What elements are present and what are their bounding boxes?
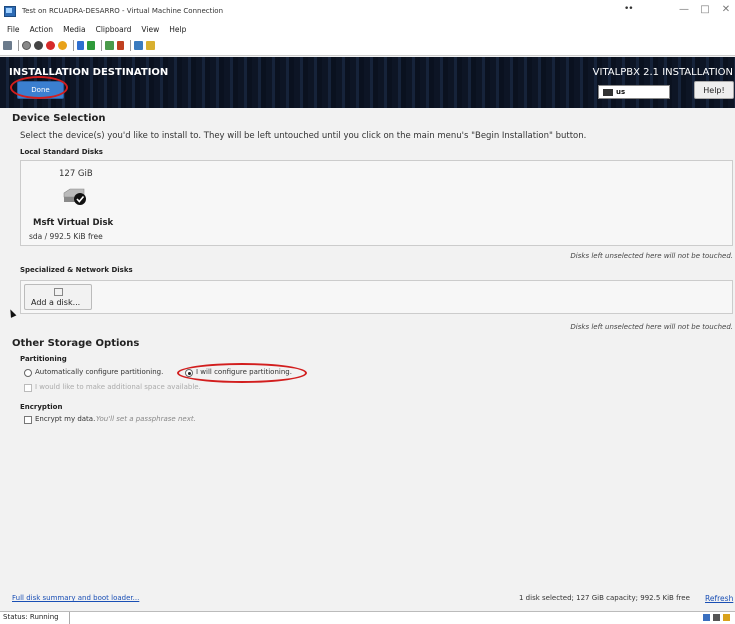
status-bar: Status: Running [0, 611, 735, 624]
keyboard-icon [603, 88, 613, 96]
window-titlebar: Test on RCUADRA-DESARRO - Virtual Machin… [0, 0, 735, 22]
shutdown-icon[interactable] [46, 41, 55, 50]
menu-media[interactable]: Media [63, 25, 86, 34]
pause-icon[interactable] [77, 41, 84, 50]
warning-status-icon [723, 614, 730, 621]
menu-clipboard[interactable]: Clipboard [96, 25, 132, 34]
additional-space-checkbox[interactable] [24, 384, 32, 392]
device-selection-heading: Device Selection [12, 113, 106, 124]
auto-partitioning-label[interactable]: Automatically configure partitioning. [35, 368, 163, 376]
additional-space-label: I would like to make additional space av… [35, 383, 201, 391]
encryption-heading: Encryption [20, 403, 63, 411]
keyboard-layout-indicator[interactable]: us [598, 85, 670, 99]
partitioning-highlight-annotation [177, 363, 307, 383]
status-separator [69, 612, 70, 624]
network-disks-heading: Specialized & Network Disks [20, 266, 133, 274]
disk-free-space: sda / 992.5 KiB free [29, 232, 103, 241]
window-dots: •• [624, 4, 634, 14]
minimize-button[interactable]: — [677, 4, 691, 15]
vm-connection-icon [4, 5, 16, 17]
save-icon[interactable] [58, 41, 67, 50]
hard-disk-icon [63, 188, 86, 205]
menu-help[interactable]: Help [169, 25, 186, 34]
unselected-note: Disks left unselected here will not be t… [570, 252, 733, 260]
toolbar-separator [130, 40, 131, 51]
auto-partitioning-radio[interactable] [24, 369, 32, 377]
full-disk-summary-link[interactable]: Full disk summary and boot loader... [12, 594, 139, 602]
close-button[interactable]: ✕ [719, 4, 733, 15]
local-disks-panel: 127 GiB Msft Virtual Disk sda / 992.5 Ki… [20, 160, 733, 246]
mouse-cursor-icon [7, 308, 17, 318]
help-button[interactable]: Help! [694, 81, 734, 99]
keyboard-layout-label: us [616, 88, 626, 96]
add-disk-label: Add a disk... [31, 298, 81, 307]
done-highlight-annotation [10, 76, 68, 99]
keyboard-status-icon [703, 614, 710, 621]
disk-name: Msft Virtual Disk [33, 218, 114, 228]
checkpoint-icon[interactable] [105, 41, 114, 50]
disk-tile-sda[interactable]: 127 GiB Msft Virtual Disk sda / 992.5 Ki… [21, 161, 133, 245]
lock-status-icon [713, 614, 720, 621]
maximize-button[interactable]: □ [698, 4, 712, 15]
installer-header [0, 57, 735, 108]
ctrl-alt-del-icon[interactable] [3, 41, 12, 50]
encrypt-checkbox[interactable] [24, 416, 32, 424]
enhanced-session-icon[interactable] [134, 41, 143, 50]
disk-summary-text: 1 disk selected; 127 GiB capacity; 992.5… [519, 594, 690, 602]
toolbar-separator [101, 40, 102, 51]
local-disks-heading: Local Standard Disks [20, 148, 103, 156]
disk-size: 127 GiB [59, 169, 93, 179]
share-icon[interactable] [146, 41, 155, 50]
vm-toolbar [0, 36, 735, 56]
encrypt-label[interactable]: Encrypt my data. [35, 415, 95, 423]
start-icon[interactable] [22, 41, 31, 50]
unselected-note-network: Disks left unselected here will not be t… [570, 323, 733, 331]
menu-view[interactable]: View [141, 25, 159, 34]
toolbar-separator [18, 40, 19, 51]
partitioning-heading: Partitioning [20, 355, 67, 363]
refresh-link[interactable]: Refresh [705, 594, 733, 603]
add-disk-icon [54, 288, 63, 296]
menu-bar: File Action Media Clipboard View Help [0, 22, 735, 36]
resume-icon[interactable] [87, 41, 95, 50]
device-selection-instructions: Select the device(s) you'd like to insta… [20, 131, 587, 141]
toolbar-separator [73, 40, 74, 51]
add-disk-button[interactable]: Add a disk... [24, 284, 92, 310]
encrypt-hint: You'll set a passphrase next. [96, 415, 196, 423]
menu-action[interactable]: Action [30, 25, 54, 34]
network-disks-panel: Add a disk... [20, 280, 733, 314]
revert-icon[interactable] [117, 41, 124, 50]
window-title: Test on RCUADRA-DESARRO - Virtual Machin… [22, 7, 224, 15]
product-name: VITALPBX 2.1 INSTALLATION [592, 67, 733, 78]
status-text: Status: Running [3, 613, 59, 621]
menu-file[interactable]: File [7, 25, 20, 34]
turn-off-icon[interactable] [34, 41, 43, 50]
other-storage-heading: Other Storage Options [12, 338, 140, 349]
